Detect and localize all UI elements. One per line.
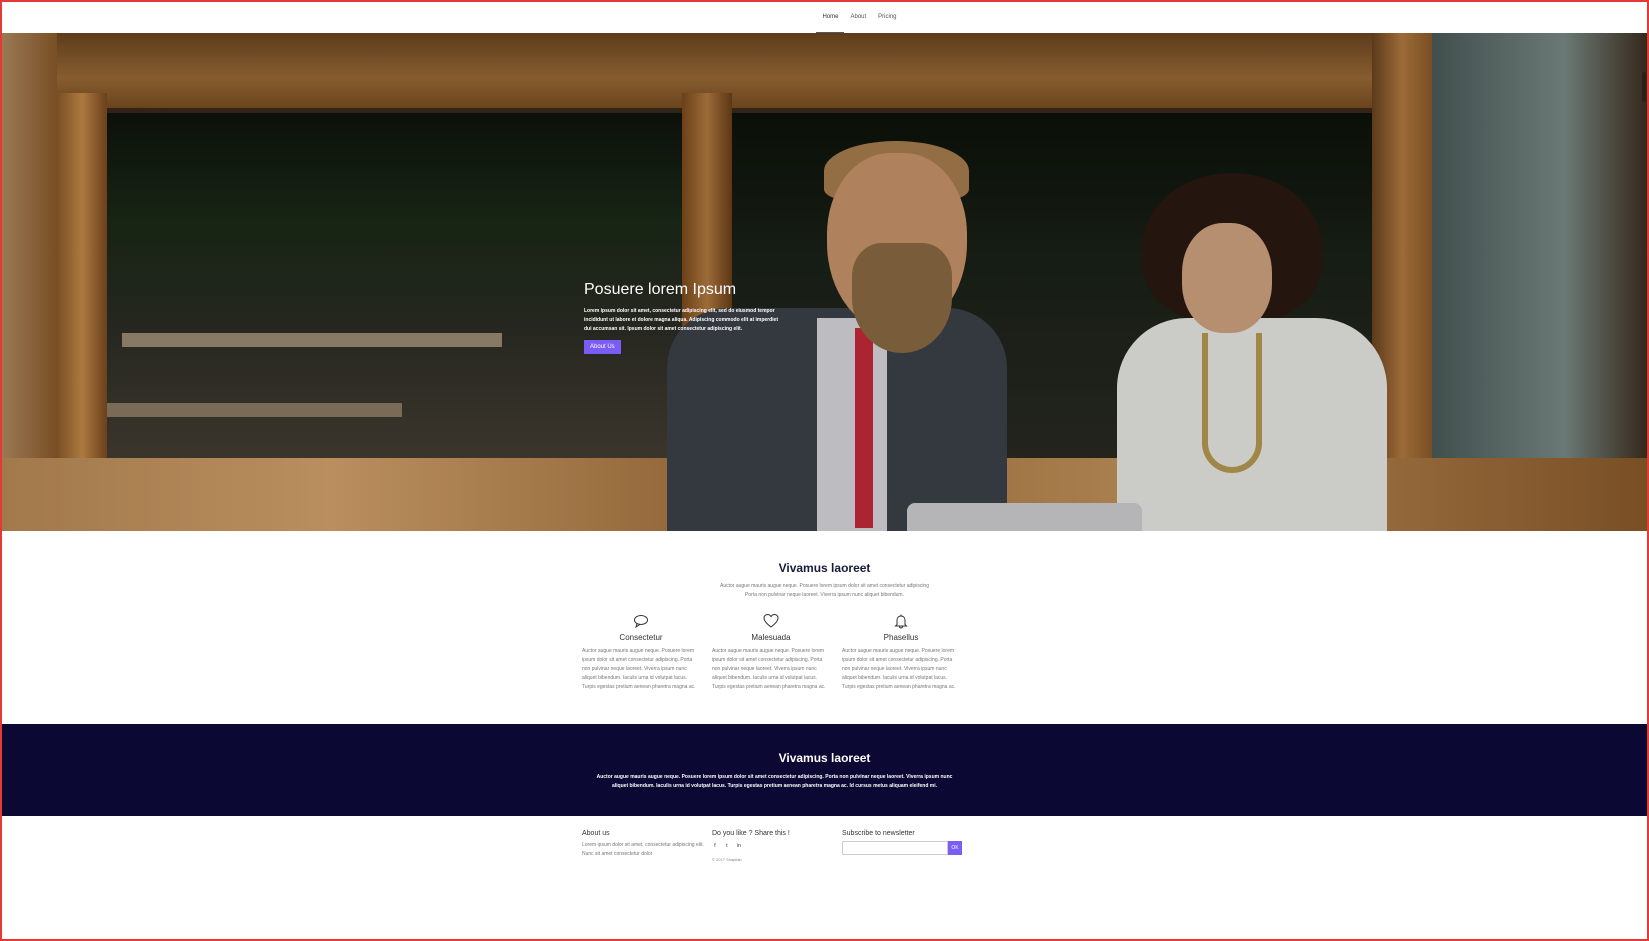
facebook-icon[interactable]: f	[712, 843, 718, 849]
features-title: Vivamus laoreet	[778, 561, 871, 575]
hero-content: Posuere lorem Ipsum Lorem ipsum dolor si…	[584, 281, 784, 354]
nav-item-about[interactable]: About	[844, 2, 872, 33]
comment-icon	[634, 615, 648, 629]
copyright: © 2017 Shapilab	[712, 857, 742, 862]
feature-text: Auctor augue mauris augue neque. Posuere…	[842, 648, 956, 690]
feature-title: Phasellus	[883, 633, 919, 642]
twitter-icon[interactable]: t	[724, 843, 730, 849]
hero-text: Lorem ipsum dolor sit amet, consectetur …	[584, 308, 779, 332]
linkedin-icon[interactable]: in	[736, 843, 742, 849]
band-text: Auctor augue mauris augue neque. Posuere…	[596, 774, 953, 789]
feature-text: Auctor augue mauris augue neque. Posuere…	[582, 648, 696, 690]
footer-share: Do you like ? Share this ! f t in © 2017…	[712, 830, 790, 862]
social-links: f t in	[712, 843, 790, 849]
band-title: Vivamus laoreet	[778, 751, 871, 765]
features-subtitle-line2: Porta non pulvinar neque laoreet. Viverr…	[745, 592, 904, 598]
heart-icon	[763, 613, 779, 628]
scrollbar[interactable]	[1641, 32, 1647, 532]
feature-text: Auctor augue mauris augue neque. Posuere…	[712, 648, 826, 690]
feature-card: Malesuada Auctor augue mauris augue nequ…	[712, 613, 830, 692]
feature-card: Consectetur Auctor augue mauris augue ne…	[582, 613, 700, 692]
footer-newsletter: Subscribe to newsletter OK	[842, 830, 962, 855]
nav-item-pricing[interactable]: Pricing	[872, 2, 902, 33]
newsletter-form: OK	[842, 841, 962, 855]
newsletter-email-input[interactable]	[842, 841, 948, 855]
footer-about: About us Lorem ipsum dolor sit amet, con…	[582, 830, 704, 859]
hero-title: Posuere lorem Ipsum	[584, 281, 737, 298]
feature-title: Consectetur	[619, 633, 663, 642]
footer-about-text: Lorem ipsum dolor sit amet, consectetur …	[582, 842, 704, 857]
highlight-band: Vivamus laoreet Auctor augue mauris augu…	[2, 724, 1647, 816]
newsletter-title: Subscribe to newsletter	[842, 830, 915, 837]
hero-section: Posuere lorem Ipsum Lorem ipsum dolor si…	[2, 33, 1647, 531]
footer-about-title: About us	[582, 830, 610, 837]
top-nav: Home About Pricing	[2, 2, 1647, 33]
nav-item-home[interactable]: Home	[816, 2, 845, 33]
footer: About us Lorem ipsum dolor sit amet, con…	[2, 816, 1647, 939]
scrollbar-thumb[interactable]	[1642, 72, 1646, 102]
bell-icon	[894, 614, 908, 629]
feature-title: Malesuada	[751, 633, 791, 642]
footer-share-title: Do you like ? Share this !	[712, 830, 790, 837]
about-us-button[interactable]: About Us	[584, 340, 621, 354]
feature-card: Phasellus Auctor augue mauris augue nequ…	[842, 613, 960, 692]
newsletter-submit-button[interactable]: OK	[948, 841, 962, 855]
features-subtitle-line1: Auctor augue mauris augue neque. Posuere…	[719, 583, 929, 589]
features-section: Vivamus laoreet Auctor augue mauris augu…	[2, 531, 1647, 724]
